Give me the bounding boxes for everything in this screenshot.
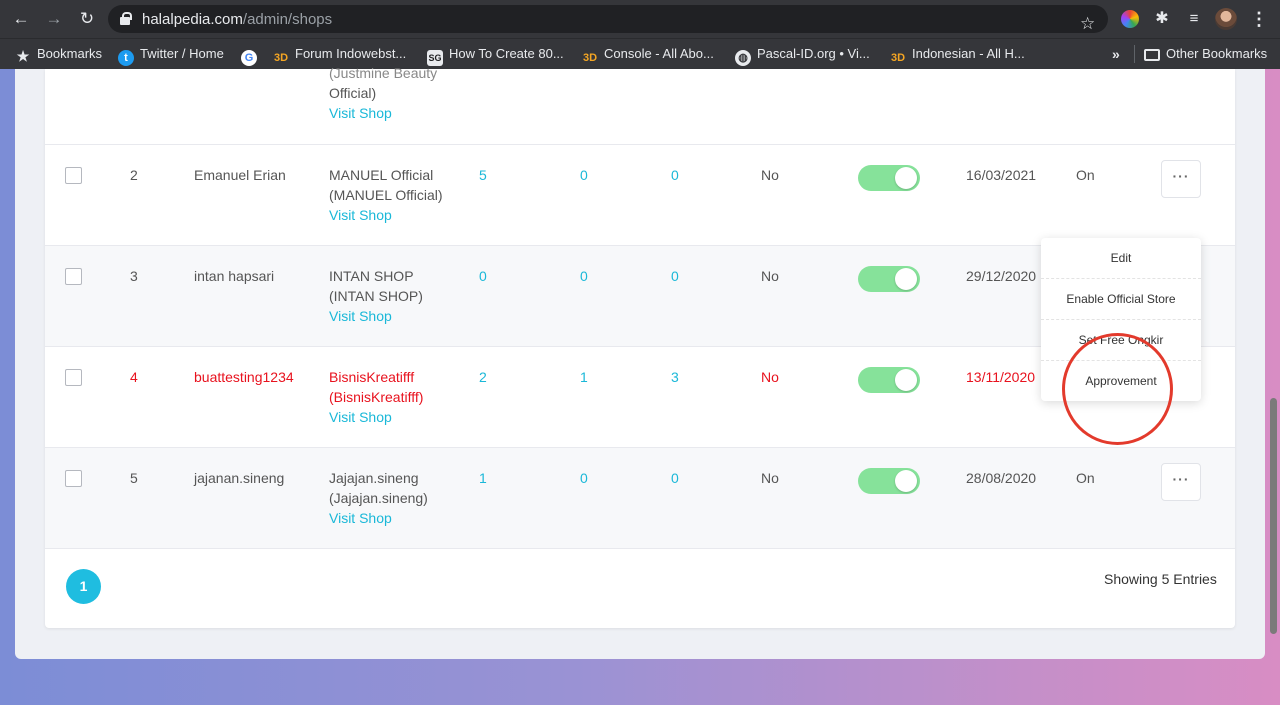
page-scrollbar[interactable] xyxy=(1270,398,1277,634)
footer-version: Halalpedia RV-9.0.0 xyxy=(575,609,705,625)
visit-shop-link[interactable]: Visit Shop xyxy=(329,407,392,427)
table-row: 2 Emanuel Erian MANUEL Official (MANUEL … xyxy=(45,144,1235,245)
bookmark-item-google[interactable]: G xyxy=(241,46,263,66)
row-number: 2 xyxy=(130,167,138,183)
table-row: 5 jajanan.sineng Jajajan.sineng (Jajajan… xyxy=(45,447,1235,548)
shop-name-sub: (BisnisKreatifff) xyxy=(329,389,424,405)
bookmark-item-howto[interactable]: SG How To Create 80... xyxy=(427,46,564,66)
bookmark-item-bookmarks[interactable]: ★ Bookmarks xyxy=(15,46,102,64)
row-checkbox[interactable] xyxy=(65,470,82,487)
star-icon: ★ xyxy=(16,48,30,64)
shop-name-sub: (MANUEL Official) xyxy=(329,187,443,203)
more-bookmarks-chevron[interactable]: » xyxy=(1112,46,1120,62)
bookmarks-bar: ★ Bookmarks t Twitter / Home G 3D Forum Ind… xyxy=(0,38,1280,69)
lock-icon xyxy=(120,12,132,25)
shop-name-sub: (Jajajan.sineng) xyxy=(329,490,428,506)
status-toggle[interactable] xyxy=(858,468,920,494)
google-icon: G xyxy=(241,50,257,66)
forward-icon[interactable]: → xyxy=(43,8,65,30)
status-toggle[interactable] xyxy=(858,266,920,292)
flag-value: No xyxy=(761,470,779,486)
count-1[interactable]: 1 xyxy=(479,468,487,488)
bookmark-item-twitter[interactable]: t Twitter / Home xyxy=(118,46,224,66)
user-name: intan hapsari xyxy=(194,268,275,284)
media-queue-icon[interactable]: ≡ xyxy=(1185,10,1203,28)
count-2[interactable]: 0 xyxy=(580,468,588,488)
count-1[interactable]: 0 xyxy=(479,266,487,286)
row-checkbox[interactable] xyxy=(65,268,82,285)
row-number: 5 xyxy=(130,470,138,486)
visit-shop-link[interactable]: Visit Shop xyxy=(329,508,392,528)
row-number: 3 xyxy=(130,268,138,284)
shop-name-sub: (INTAN SHOP) xyxy=(329,288,423,304)
table-bottom-border xyxy=(45,548,1235,549)
folder-icon xyxy=(1144,49,1160,61)
date-value: 16/03/2021 xyxy=(966,167,1037,183)
date-value: 29/12/2020 xyxy=(966,268,1037,284)
shop-name: MANUEL Official xyxy=(329,167,434,183)
user-name: Emanuel Erian xyxy=(194,167,286,183)
count-1[interactable]: 5 xyxy=(479,165,487,185)
shop-name: Jajajan.sineng xyxy=(329,470,419,486)
status-text: On xyxy=(1076,167,1095,183)
count-3[interactable]: 3 xyxy=(671,367,679,387)
url-text[interactable]: halalpedia.com/admin/shops xyxy=(142,11,332,28)
status-toggle[interactable] xyxy=(858,367,920,393)
bookmark-item-forum[interactable]: 3D Forum Indowebst... xyxy=(273,46,406,64)
back-icon[interactable]: ← xyxy=(10,8,32,30)
count-3[interactable]: 0 xyxy=(671,266,679,286)
browser-menu-icon[interactable]: ⋮ xyxy=(1249,8,1269,30)
bookmark-item-console[interactable]: 3D Console - All Abo... xyxy=(582,46,714,64)
shop-name: INTAN SHOP xyxy=(329,268,414,284)
menu-item-enable-official-store[interactable]: Enable Official Store xyxy=(1041,279,1201,320)
shop-name: (Justmine Beauty xyxy=(329,65,438,81)
user-name: buattesting1234 xyxy=(194,369,294,385)
reload-icon[interactable]: ↻ xyxy=(76,8,98,30)
3d-icon: 3D xyxy=(582,52,598,64)
browser-toolbar: ← → ↻ halalpedia.com/admin/shops ☆ ✱ ≡ ⋮ xyxy=(0,0,1280,38)
bookmark-item-pascal[interactable]: ◍ Pascal-ID.org • Vi... xyxy=(735,46,870,66)
flag-value: No xyxy=(761,167,779,183)
pagination-page-1[interactable]: 1 xyxy=(66,569,101,604)
date-value: 28/08/2020 xyxy=(966,470,1037,486)
user-name: jajanan.sineng xyxy=(194,470,285,486)
profile-avatar[interactable] xyxy=(1215,8,1237,30)
twitter-icon: t xyxy=(118,50,134,66)
count-2[interactable]: 0 xyxy=(580,266,588,286)
3d-icon: 3D xyxy=(273,52,289,64)
other-bookmarks[interactable]: Other Bookmarks xyxy=(1144,46,1267,64)
3d-icon: 3D xyxy=(890,52,906,64)
visit-shop-link[interactable]: Visit Shop xyxy=(329,306,392,326)
row-checkbox[interactable] xyxy=(65,369,82,386)
annotation-circle xyxy=(1062,333,1173,445)
extensions-puzzle-icon[interactable]: ✱ xyxy=(1153,10,1171,28)
count-3[interactable]: 0 xyxy=(671,165,679,185)
row-actions-button[interactable]: ··· xyxy=(1161,160,1201,198)
globe-icon: ◍ xyxy=(735,50,751,66)
flag-value: No xyxy=(761,268,779,284)
count-1[interactable]: 2 xyxy=(479,367,487,387)
shop-name-sub: Official) xyxy=(329,85,377,101)
date-value: 13/11/2020 xyxy=(966,369,1036,385)
status-text: On xyxy=(1076,470,1095,486)
table-row: (Justmine Beauty Official) Visit Shop xyxy=(45,65,1235,144)
status-toggle[interactable] xyxy=(858,165,920,191)
row-checkbox[interactable] xyxy=(65,167,82,184)
visit-shop-link[interactable]: Visit Shop xyxy=(329,103,392,123)
entries-count: Showing 5 Entries xyxy=(1104,571,1217,587)
shop-name: BisnisKreatifff xyxy=(329,369,415,385)
flag-value: No xyxy=(761,369,779,385)
count-3[interactable]: 0 xyxy=(671,468,679,488)
menu-item-edit[interactable]: Edit xyxy=(1041,238,1201,279)
count-2[interactable]: 0 xyxy=(580,165,588,185)
count-2[interactable]: 1 xyxy=(580,367,588,387)
address-bar[interactable]: halalpedia.com/admin/shops ☆ xyxy=(108,5,1108,33)
color-extension-icon[interactable] xyxy=(1121,10,1139,28)
row-actions-button[interactable]: ··· xyxy=(1161,463,1201,501)
bookmark-star-icon[interactable]: ☆ xyxy=(1080,14,1095,34)
row-number: 4 xyxy=(130,369,138,385)
bookmarks-divider xyxy=(1134,45,1135,63)
bookmark-item-indonesian[interactable]: 3D Indonesian - All H... xyxy=(890,46,1025,64)
visit-shop-link[interactable]: Visit Shop xyxy=(329,205,392,225)
